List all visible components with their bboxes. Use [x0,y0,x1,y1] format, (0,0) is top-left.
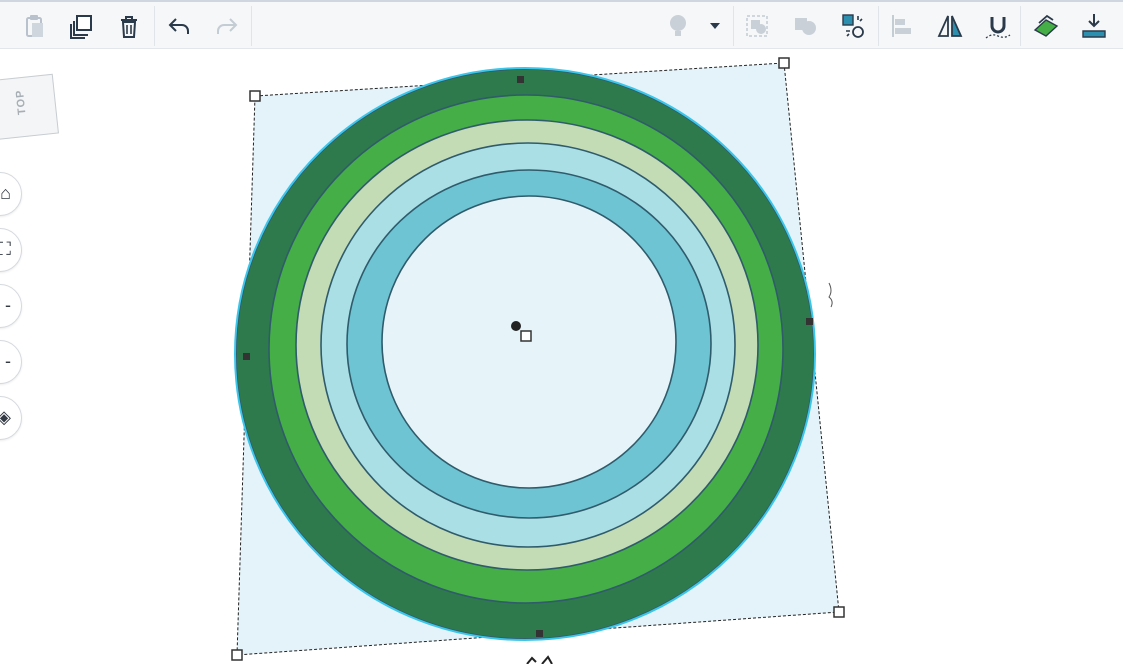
height-handle[interactable] [511,321,521,331]
resize-handle[interactable] [833,606,845,618]
edge-handle[interactable] [517,76,524,83]
rotate-handle[interactable] [828,282,833,308]
resize-handle[interactable] [778,57,790,69]
edge-handle[interactable] [243,353,250,360]
edge-handle[interactable] [806,318,813,325]
resize-handle[interactable] [249,90,261,102]
resize-handle[interactable] [231,649,243,661]
edge-handle[interactable] [536,630,543,637]
scene-svg [231,57,845,664]
center-handle[interactable] [520,330,532,342]
center-hole[interactable] [381,195,677,489]
rotate-arrow-icon[interactable] [526,655,553,664]
